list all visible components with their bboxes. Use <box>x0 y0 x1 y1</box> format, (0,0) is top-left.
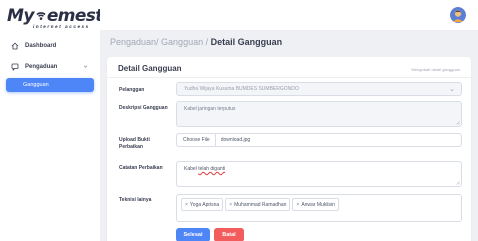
pelanggan-select[interactable]: Yudha Wijaya Kusuma BUMDES SUMBERGONDO <box>176 82 462 96</box>
deskripsi-label: Deskripsi Gangguan <box>119 105 168 111</box>
resize-handle-icon[interactable] <box>456 181 460 185</box>
teknisi-label: Teknisi lainya <box>119 197 152 203</box>
sidebar-nav: Dashboard Pengaduan Gangguan <box>0 38 100 92</box>
home-icon <box>11 42 19 50</box>
remove-tag-icon[interactable]: × <box>185 202 188 208</box>
sidebar-item-label: Dashboard <box>25 43 57 49</box>
pelanggan-value: Yudha Wijaya Kusuma BUMDES SUMBERGONDO <box>184 86 299 92</box>
teknisi-tag[interactable]: × Muhammad Ramadhan <box>225 198 291 211</box>
catatan-textarea[interactable]: Kabel telah diganti <box>176 161 462 187</box>
tag-label: Anwar Muklisin <box>301 201 335 208</box>
sidebar: My emesta internet access Dashboard Penga… <box>0 0 114 241</box>
sidebar-subitem-label: Gangguan <box>23 82 49 88</box>
teknisi-multiselect[interactable]: × Yoga Aprisna × Muhammad Ramadhan × Anwar … <box>176 194 462 222</box>
save-button[interactable]: Selesai <box>176 228 210 241</box>
teknisi-tag[interactable]: × Anwar Muklisin <box>292 198 339 211</box>
brand-logo[interactable]: My emesta internet access <box>7 6 114 32</box>
remove-tag-icon[interactable]: × <box>229 202 232 208</box>
chat-icon <box>11 63 19 71</box>
brand-tagline: internet access <box>33 24 90 29</box>
cancel-button[interactable]: Batal <box>214 228 244 241</box>
tag-label: Yoga Aprisna <box>189 201 220 208</box>
remove-tag-icon[interactable]: × <box>296 202 299 208</box>
catatan-label: Catatan Perbaikan <box>119 165 163 171</box>
choose-file-button[interactable]: Choose File <box>183 134 216 146</box>
upload-label: Upload Bukti Perbaikan <box>119 137 150 150</box>
chevron-down-icon <box>83 65 88 68</box>
tag-label: Muhammad Ramadhan <box>234 201 287 208</box>
chevron-down-icon <box>450 89 454 92</box>
topbar <box>100 0 478 30</box>
sidebar-subitem-gangguan[interactable]: Gangguan <box>6 78 94 92</box>
divider <box>107 77 471 78</box>
card-title: Detail Gangguan <box>118 64 182 73</box>
sidebar-item-label: Pengaduan <box>25 64 58 70</box>
sidebar-item-pengaduan[interactable]: Pengaduan <box>0 59 100 75</box>
deskripsi-textarea[interactable]: Kabel jaringan terputus <box>176 101 462 127</box>
upload-file-input[interactable]: Choose File download.jpg <box>176 133 462 147</box>
pelanggan-label: Pelanggan <box>119 87 145 93</box>
deskripsi-value: Kabel jaringan terputus <box>184 106 236 112</box>
detail-card: Detail Gangguan Mengubah detail gangguan… <box>107 57 471 241</box>
avatar[interactable] <box>450 7 466 23</box>
sidebar-item-dashboard[interactable]: Dashboard <box>0 38 100 54</box>
catatan-value-prefix: Kabel <box>184 166 199 172</box>
breadcrumb: Pengaduan/ Gangguan / Detail Gangguan <box>110 37 282 47</box>
page-title: Detail Gangguan <box>210 37 283 47</box>
wifi-s-icon <box>36 12 46 20</box>
brand-name: My emesta <box>7 6 114 26</box>
catatan-value-underlined: telah diganti <box>198 166 226 172</box>
card-subtitle: Mengubah detail gangguan <box>411 67 461 72</box>
breadcrumb-path[interactable]: Pengaduan/ Gangguan / <box>110 37 211 47</box>
resize-handle-icon[interactable] <box>456 121 460 125</box>
file-name: download.jpg <box>220 137 251 143</box>
teknisi-tag[interactable]: × Yoga Aprisna <box>181 198 224 211</box>
